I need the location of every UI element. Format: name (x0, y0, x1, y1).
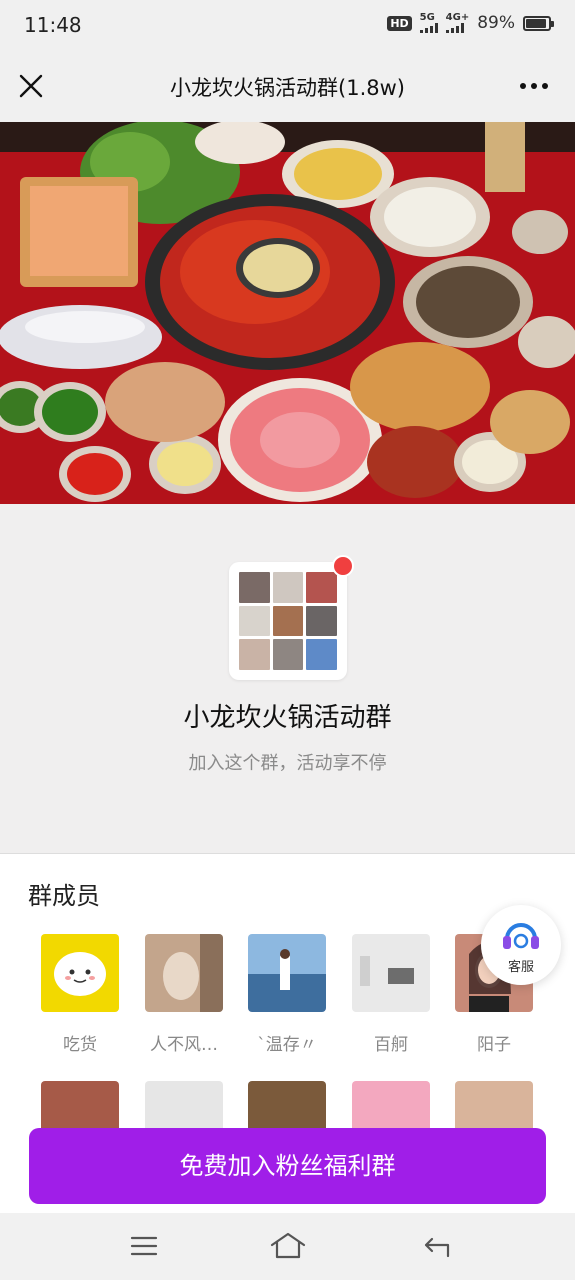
members-title: 群成员 (28, 882, 100, 910)
banner-image (0, 122, 575, 504)
group-description: 加入这个群，活动享不停 (188, 753, 387, 774)
member-name: `温存〃 (257, 1035, 317, 1055)
member-avatar[interactable] (41, 934, 119, 1012)
system-nav-bar (0, 1213, 575, 1280)
member-name: 阳子 (477, 1035, 511, 1055)
group-avatar-tile (306, 572, 337, 603)
member-item[interactable]: 吃货 (41, 934, 119, 1055)
group-name: 小龙坎火锅活动群 (183, 703, 392, 733)
member-avatar[interactable] (352, 934, 430, 1012)
battery-icon (523, 15, 554, 31)
member-item[interactable]: `温存〃 (248, 934, 326, 1055)
battery-percent: 89% (477, 13, 515, 33)
customer-service-label: 客服 (507, 960, 534, 975)
signal-icon: 5G (419, 13, 438, 33)
member-name: 人不风… (150, 1035, 218, 1055)
group-avatar-tile (272, 639, 304, 670)
notification-dot (332, 555, 354, 577)
group-avatar-tile (306, 605, 337, 637)
member-name: 百舸 (374, 1035, 408, 1055)
member-avatar[interactable] (248, 934, 326, 1012)
close-icon[interactable] (14, 69, 48, 103)
group-avatar-tile (239, 639, 270, 670)
home-icon[interactable] (268, 1229, 308, 1263)
title-bar: 小龙坎火锅活动群(1.8w) (0, 52, 575, 122)
member-avatar[interactable] (145, 934, 223, 1012)
group-card: 小龙坎火锅活动群 加入这个群，活动享不停 (0, 504, 575, 852)
member-name: 吃货 (63, 1035, 97, 1055)
member-item[interactable]: 百舸 (352, 934, 430, 1055)
group-avatar (229, 555, 354, 680)
hd-badge: HD (387, 15, 412, 31)
more-icon[interactable] (517, 76, 551, 96)
menu-icon[interactable] (124, 1229, 164, 1263)
status-time: 11:48 (24, 13, 82, 37)
status-indicators: HD 5G 4G+ 89% (387, 13, 554, 33)
group-avatar-tile (306, 639, 337, 670)
status-bar: 11:48 HD 5G 4G+ 89% (0, 0, 575, 52)
back-icon[interactable] (418, 1229, 458, 1263)
page-title: 小龙坎火锅活动群(1.8w) (170, 76, 405, 100)
signal-icon: 4G+ (445, 13, 469, 33)
group-avatar-tile (239, 572, 270, 603)
group-avatar-tile (239, 605, 270, 637)
group-avatar-tile (272, 605, 304, 637)
join-group-button[interactable]: 免费加入粉丝福利群 (29, 1128, 546, 1204)
group-avatar-tile (272, 572, 304, 603)
customer-service-button[interactable]: 客服 (481, 905, 561, 985)
member-item[interactable]: 人不风… (145, 934, 223, 1055)
headset-icon (503, 923, 539, 949)
